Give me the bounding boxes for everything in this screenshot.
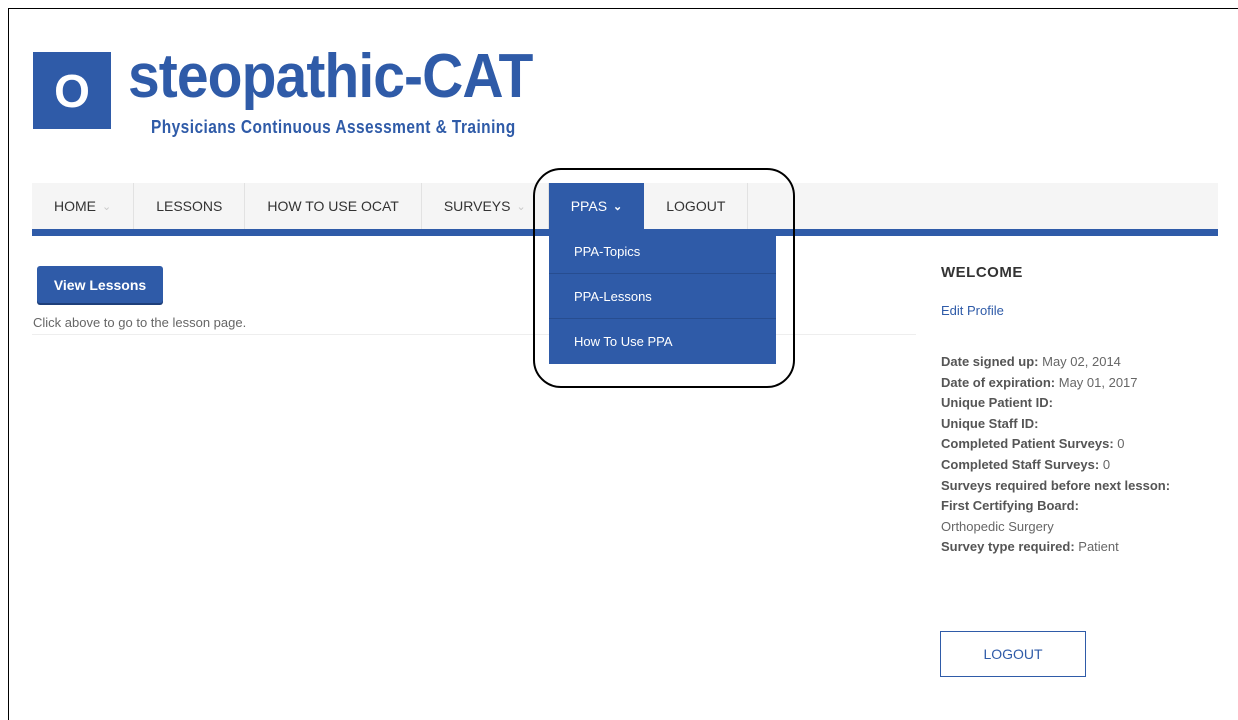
chevron-down-icon: ⌄	[102, 200, 112, 213]
info-surveys-required: Surveys required before next lesson:	[941, 476, 1231, 497]
info-date-signed-up: Date signed up: May 02, 2014	[941, 352, 1231, 373]
nav-item-lessons[interactable]: LESSONS	[134, 183, 246, 229]
logo-mark: O	[33, 52, 111, 129]
info-label: Completed Staff Surveys:	[941, 456, 1100, 472]
nav-item-label: SURVEYS	[443, 198, 511, 214]
info-value: May 01, 2017	[1055, 374, 1138, 390]
chevron-down-icon: ⌄	[516, 200, 526, 213]
info-label: Unique Staff ID:	[941, 415, 1039, 431]
nav-item-ppas[interactable]: PPAS ⌄	[548, 183, 645, 229]
info-label: Surveys required before next lesson:	[941, 477, 1171, 493]
info-completed-patient-surveys: Completed Patient Surveys: 0	[941, 434, 1231, 455]
nav-item-label: LESSONS	[156, 198, 223, 214]
nav-item-label: HOW TO USE OCAT	[267, 198, 399, 214]
nav-item-logout[interactable]: LOGOUT	[644, 183, 749, 229]
nav-item-how-to-use-ocat[interactable]: HOW TO USE OCAT	[245, 183, 422, 229]
info-completed-staff-surveys: Completed Staff Surveys: 0	[941, 455, 1231, 476]
nav-item-home[interactable]: HOME ⌄	[32, 183, 135, 229]
info-date-of-expiration: Date of expiration: May 01, 2017	[941, 373, 1231, 394]
dropdown-item-how-to-use-ppa[interactable]: How To Use PPA	[549, 319, 776, 364]
logout-button[interactable]: LOGOUT	[940, 631, 1086, 677]
view-lessons-button[interactable]: View Lessons	[37, 266, 163, 303]
logo-subtitle: Physicians Continuous Assessment & Train…	[151, 117, 516, 137]
info-label: Date signed up:	[941, 354, 1039, 369]
divider	[32, 334, 916, 335]
info-value: Patient	[1074, 539, 1119, 555]
chevron-down-icon: ⌄	[613, 200, 623, 213]
info-value: Orthopedic Surgery	[941, 518, 1054, 534]
nav-item-label: HOME	[54, 198, 96, 214]
welcome-heading: WELCOME	[941, 264, 1023, 281]
dropdown-item-ppa-topics[interactable]: PPA-Topics	[549, 229, 776, 274]
info-unique-staff-id: Unique Staff ID:	[941, 414, 1231, 435]
info-value: May 02, 2014	[1038, 354, 1121, 369]
lesson-hint-text: Click above to go to the lesson page.	[33, 315, 247, 330]
dropdown-item-ppa-lessons[interactable]: PPA-Lessons	[549, 274, 776, 319]
info-label: Unique Patient ID:	[941, 395, 1053, 411]
ppas-dropdown-menu: PPA-Topics PPA-Lessons How To Use PPA	[549, 229, 776, 364]
info-value: 0	[1113, 436, 1125, 452]
nav-item-surveys[interactable]: SURVEYS ⌄	[422, 183, 549, 229]
info-label: Completed Patient Surveys:	[941, 436, 1114, 452]
info-label: First Certifying Board:	[941, 498, 1079, 514]
info-unique-patient-id: Unique Patient ID:	[941, 393, 1231, 414]
profile-info: Date signed up: May 02, 2014 Date of exp…	[941, 352, 1231, 558]
info-survey-type-required: Survey type required: Patient	[941, 537, 1231, 558]
logo-title: steopathic-CAT	[128, 42, 533, 111]
info-certifying-board-value: Orthopedic Surgery	[941, 517, 1231, 538]
info-label: Survey type required:	[941, 539, 1075, 555]
info-label: Date of expiration:	[941, 374, 1056, 390]
nav-item-label: PPAS	[570, 198, 608, 214]
info-value: 0	[1099, 456, 1111, 472]
nav-item-label: LOGOUT	[666, 198, 726, 214]
info-first-certifying-board: First Certifying Board:	[941, 496, 1231, 517]
edit-profile-link[interactable]: Edit Profile	[941, 303, 1004, 318]
